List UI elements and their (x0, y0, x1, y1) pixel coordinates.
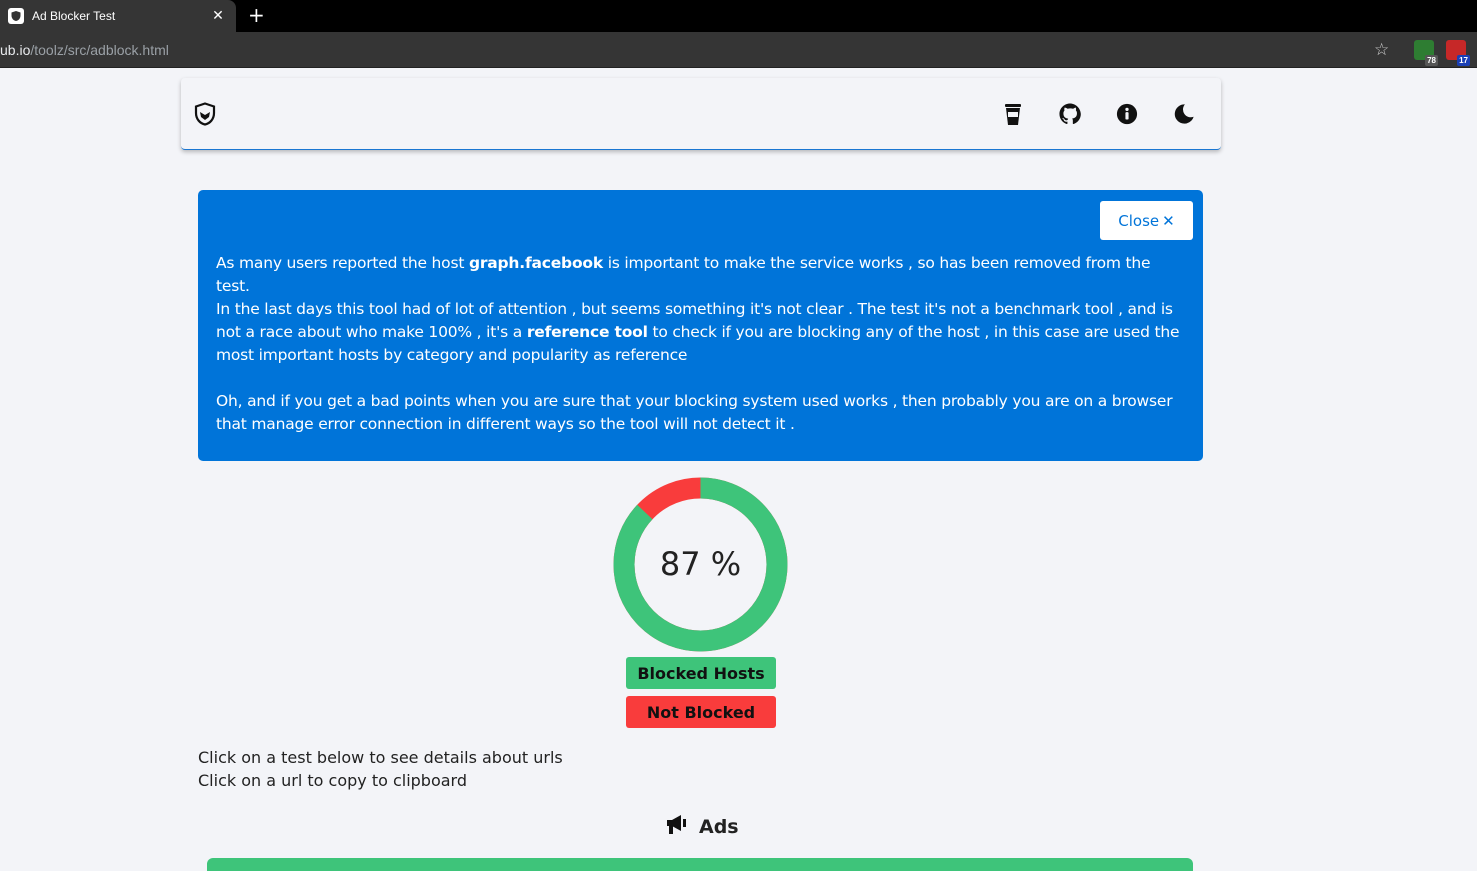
browser-tab[interactable]: Ad Blocker Test ✕ (0, 0, 236, 32)
url-text[interactable]: ub.io/toolz/src/adblock.html (0, 42, 169, 58)
extension-badge: 78 (1425, 55, 1438, 66)
notice-bold-host: graph.facebook (468, 254, 603, 272)
hint-line-2: Click on a url to copy to clipboard (198, 771, 468, 790)
address-bar[interactable]: ub.io/toolz/src/adblock.html ☆ 78 17 (0, 32, 1477, 68)
close-button[interactable]: Close ✕ (1100, 201, 1193, 240)
moon-icon[interactable] (1172, 102, 1196, 126)
extension-shield-icon[interactable]: 78 (1414, 40, 1438, 66)
section-title-ads: Ads (665, 813, 739, 840)
notice-text: As many users reported the host (216, 254, 469, 272)
notice-paragraph-3: Oh, and if you get a bad points when you… (216, 392, 1173, 433)
info-icon[interactable] (1115, 102, 1139, 126)
url-path: /toolz/src/adblock.html (30, 42, 169, 58)
hint-line-1: Click on a test below to see details abo… (198, 748, 563, 767)
tab-close-icon[interactable]: ✕ (206, 8, 230, 24)
coffee-cup-icon[interactable] (1001, 102, 1025, 126)
legend-blocked-hosts[interactable]: Blocked Hosts (626, 657, 776, 689)
legend-not-blocked[interactable]: Not Blocked (626, 696, 776, 728)
tab-favicon-icon (8, 8, 24, 24)
github-icon[interactable] (1058, 102, 1082, 126)
ads-test-panel[interactable] (207, 858, 1193, 871)
close-label: Close (1118, 211, 1160, 230)
new-tab-button[interactable]: + (248, 3, 265, 27)
site-navbar (181, 78, 1221, 150)
shield-logo-icon[interactable] (193, 102, 217, 130)
browser-tab-bar: Ad Blocker Test ✕ + (0, 0, 1477, 32)
megaphone-icon (665, 813, 689, 840)
close-icon: ✕ (1162, 211, 1175, 230)
extension-badge: 17 (1457, 55, 1470, 66)
percent-label: 87 % (659, 545, 742, 583)
tab-title: Ad Blocker Test (32, 9, 116, 23)
notice-bold-reference: reference tool (526, 323, 648, 341)
extension-blocker-icon[interactable]: 17 (1446, 40, 1470, 66)
url-host: ub.io (0, 42, 31, 58)
notice-paragraph-2: In the last days this tool had of lot of… (216, 298, 1188, 367)
notice-paragraph-1: As many users reported the host graph.fa… (216, 252, 1188, 298)
bookmark-star-icon[interactable]: ☆ (1374, 40, 1389, 60)
notice-banner: Close ✕ As many users reported the host … (198, 190, 1203, 461)
section-title-text: Ads (699, 815, 739, 838)
